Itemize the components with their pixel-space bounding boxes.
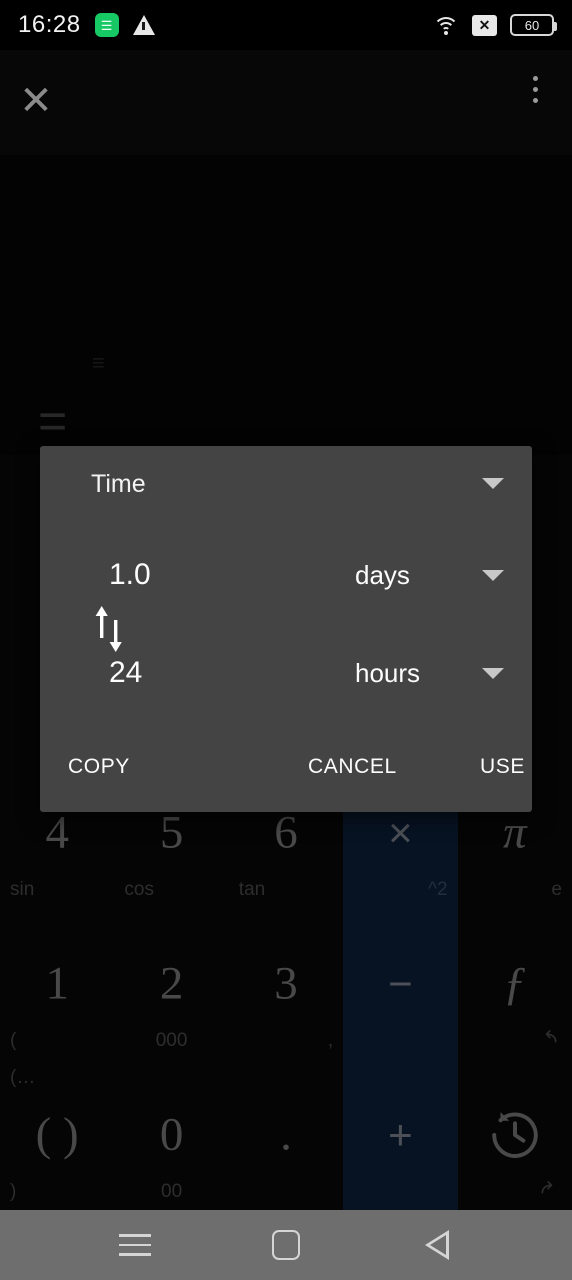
phone-screen: 16:28 ☰ ✕ 60 ✕ ≡ = MC 7 8	[0, 0, 572, 1280]
recents-line	[119, 1253, 152, 1256]
status-clock: 16:28	[18, 11, 81, 38]
cancel-button[interactable]: CANCEL	[308, 755, 397, 779]
swap-vertical-icon[interactable]	[92, 606, 132, 652]
chevron-down-icon[interactable]	[482, 478, 504, 489]
overflow-menu-icon[interactable]	[518, 64, 552, 114]
use-button[interactable]: USE	[480, 755, 525, 779]
warning-triangle-icon	[132, 15, 155, 35]
home-icon[interactable]	[256, 1215, 316, 1275]
status-bar-left: 16:28 ☰	[18, 11, 155, 39]
overflow-dot	[532, 97, 538, 103]
status-bar: 16:28 ☰ ✕ 60	[0, 0, 572, 50]
recents-line	[119, 1243, 152, 1247]
copy-button[interactable]: COPY	[68, 755, 130, 779]
back-icon[interactable]	[407, 1215, 467, 1275]
battery-indicator: 60	[510, 14, 557, 36]
from-unit-label[interactable]: days	[355, 550, 410, 600]
unit-converter-dialog: Time 1.0 days 24 hours COPY CANCEL USE	[40, 446, 532, 812]
recents-line	[119, 1234, 152, 1237]
no-sim-icon: ✕	[472, 14, 497, 36]
chevron-down-icon[interactable]	[482, 570, 504, 581]
overflow-dot	[532, 86, 538, 92]
wifi-icon	[433, 15, 459, 35]
conversion-row-to: 24 hours	[40, 648, 532, 718]
from-value-input[interactable]: 1.0	[109, 550, 338, 606]
category-label[interactable]: Time	[91, 470, 146, 499]
chevron-down-icon[interactable]	[482, 668, 504, 679]
to-unit-label[interactable]: hours	[355, 648, 420, 698]
overflow-dot	[532, 75, 538, 81]
app-notification-icon: ☰	[94, 13, 119, 37]
android-navigation-bar	[0, 1210, 572, 1280]
status-bar-right: ✕ 60	[433, 14, 557, 36]
recents-icon[interactable]	[105, 1215, 165, 1275]
to-value-input[interactable]: 24	[109, 648, 338, 704]
close-icon[interactable]: ✕	[5, 70, 67, 132]
app-bar: ✕	[0, 50, 572, 155]
